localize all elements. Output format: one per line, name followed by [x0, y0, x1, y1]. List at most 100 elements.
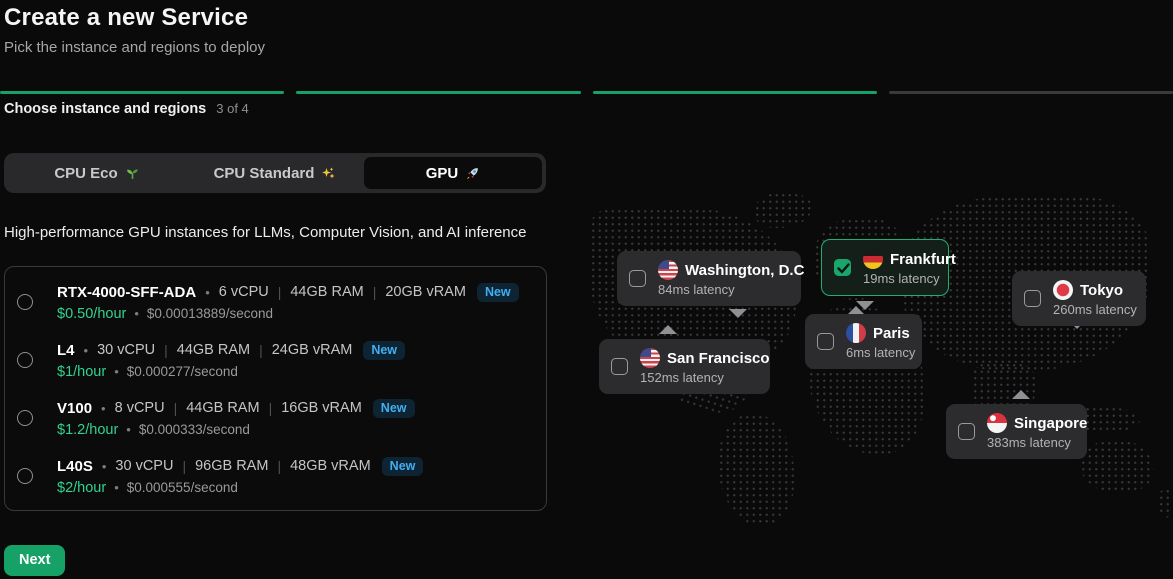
region-name: Washington, D.C: [685, 262, 804, 279]
rocket-icon: [465, 166, 480, 181]
instance-radio[interactable]: [17, 294, 33, 310]
price-per-second: $0.00013889/second: [147, 306, 273, 321]
tab-gpu[interactable]: GPU: [364, 157, 542, 189]
singapore-flag-icon: [987, 413, 1007, 433]
separator: |: [278, 284, 282, 300]
separator: •: [84, 343, 89, 358]
map-continent-australia: [1080, 440, 1154, 494]
price-per-hour: $1.2/hour: [57, 422, 118, 438]
separator: •: [114, 364, 119, 379]
separator: •: [114, 480, 119, 495]
step-row: Choose instance and regions 3 of 4: [4, 101, 249, 117]
region-checkbox[interactable]: [611, 358, 628, 375]
instance-ram: 44GB RAM: [177, 342, 250, 358]
instance-radio[interactable]: [17, 352, 33, 368]
new-badge: New: [382, 457, 424, 476]
instance-radio[interactable]: [17, 468, 33, 484]
region-card-washington-dc[interactable]: Washington, D.C 84ms latency: [617, 251, 801, 306]
separator: |: [182, 458, 186, 474]
region-checkbox[interactable]: [629, 270, 646, 287]
region-name: Singapore: [1014, 415, 1087, 432]
region-latency: 383ms latency: [987, 435, 1087, 450]
tab-label: GPU: [426, 165, 459, 182]
region-card-san-francisco[interactable]: San Francisco 152ms latency: [599, 339, 770, 394]
us-flag-icon: [658, 260, 678, 280]
separator: •: [101, 401, 106, 416]
map-pointer: [1012, 390, 1030, 399]
instance-name: RTX-4000-SFF-ADA: [57, 284, 196, 301]
separator: |: [174, 400, 178, 416]
map-pointer: [659, 325, 677, 334]
region-checkbox[interactable]: [958, 423, 975, 440]
price-per-hour: $2/hour: [57, 480, 106, 496]
tab-label: CPU Standard: [214, 165, 315, 182]
new-badge: New: [363, 341, 405, 360]
instance-row-l4[interactable]: L4 • 30 vCPU | 44GB RAM | 24GB vRAM New …: [5, 331, 546, 389]
region-checkbox[interactable]: [817, 333, 834, 350]
price-per-hour: $1/hour: [57, 364, 106, 380]
tab-cpu-standard[interactable]: CPU Standard: [186, 157, 364, 189]
japan-flag-icon: [1053, 280, 1073, 300]
progress-bar: [0, 91, 1173, 94]
instance-vram: 16GB vRAM: [281, 400, 362, 416]
instance-radio[interactable]: [17, 410, 33, 426]
region-name: San Francisco: [667, 350, 770, 367]
new-badge: New: [373, 399, 415, 418]
instance-vcpu: 6 vCPU: [219, 284, 269, 300]
region-latency: 84ms latency: [658, 282, 804, 297]
instance-vcpu: 30 vCPU: [115, 458, 173, 474]
region-name: Tokyo: [1080, 282, 1123, 299]
instance-ram: 96GB RAM: [195, 458, 268, 474]
map-pointer: [729, 309, 747, 318]
region-card-frankfurt[interactable]: Frankfurt 19ms latency: [821, 239, 949, 296]
region-card-paris[interactable]: Paris 6ms latency: [805, 314, 922, 369]
instance-vram: 24GB vRAM: [272, 342, 353, 358]
instance-row-v100[interactable]: V100 • 8 vCPU | 44GB RAM | 16GB vRAM New…: [5, 389, 546, 447]
region-latency: 260ms latency: [1053, 302, 1137, 317]
region-name: Frankfurt: [890, 251, 956, 268]
tab-cpu-eco[interactable]: CPU Eco: [8, 157, 186, 189]
price-per-second: $0.000555/second: [127, 480, 238, 495]
map-continent-south-america: [718, 414, 794, 526]
page-title: Create a new Service: [4, 4, 248, 32]
separator: •: [102, 459, 107, 474]
map-continent-new-zealand: [1158, 488, 1173, 518]
step-label: Choose instance and regions: [4, 101, 206, 117]
france-flag-icon: [846, 323, 866, 343]
us-flag-icon: [640, 348, 660, 368]
new-badge: New: [477, 283, 519, 302]
gpu-description: High-performance GPU instances for LLMs,…: [4, 224, 526, 241]
region-name: Paris: [873, 325, 910, 342]
progress-segment: [296, 91, 580, 94]
instance-name: V100: [57, 400, 92, 417]
region-latency: 152ms latency: [640, 370, 770, 385]
region-checkbox[interactable]: [834, 259, 851, 276]
price-per-second: $0.000277/second: [127, 364, 238, 379]
separator: •: [134, 306, 139, 321]
region-latency: 6ms latency: [846, 345, 915, 360]
region-card-tokyo[interactable]: Tokyo 260ms latency: [1012, 271, 1146, 326]
separator: |: [259, 342, 263, 358]
instance-vram: 48GB vRAM: [290, 458, 371, 474]
next-button[interactable]: Next: [4, 545, 65, 576]
price-per-hour: $0.50/hour: [57, 306, 126, 322]
separator: •: [126, 422, 131, 437]
instance-row-l40s[interactable]: L40S • 30 vCPU | 96GB RAM | 48GB vRAM Ne…: [5, 447, 546, 505]
instance-type-tabs: CPU Eco CPU Standard GPU: [4, 153, 546, 193]
region-card-singapore[interactable]: Singapore 383ms latency: [946, 404, 1087, 459]
instance-ram: 44GB RAM: [290, 284, 363, 300]
separator: |: [164, 342, 168, 358]
step-count: 3 of 4: [216, 101, 249, 116]
separator: |: [269, 400, 273, 416]
region-checkbox[interactable]: [1024, 290, 1041, 307]
region-latency: 19ms latency: [863, 271, 956, 286]
separator: |: [277, 458, 281, 474]
instance-row-rtx-4000-sff-ada[interactable]: RTX-4000-SFF-ADA • 6 vCPU | 44GB RAM | 2…: [5, 273, 546, 331]
instance-vram: 20GB vRAM: [385, 284, 466, 300]
progress-segment: [593, 91, 877, 94]
separator: •: [205, 285, 210, 300]
instance-name: L4: [57, 342, 75, 359]
sparkles-icon: [321, 166, 336, 181]
tab-label: CPU Eco: [54, 165, 117, 182]
seedling-icon: [125, 166, 140, 181]
